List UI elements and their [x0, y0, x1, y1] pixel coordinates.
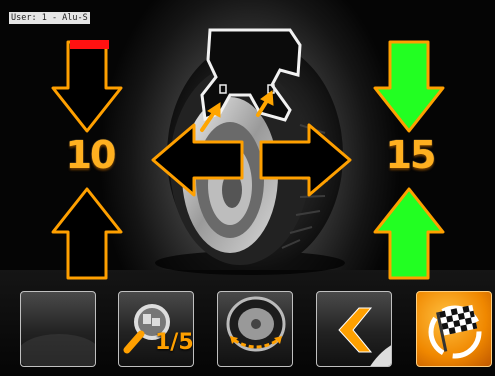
position-marker	[70, 40, 109, 49]
user-label: User: 1 - Alu-S	[9, 12, 90, 24]
finish-flag-icon	[428, 304, 482, 359]
left-value: 10	[65, 133, 117, 177]
arrow-left-outline-icon	[151, 123, 244, 197]
back-button[interactable]	[316, 291, 392, 367]
right-value: 15	[385, 133, 437, 177]
zoom-step-button[interactable]: 1/5	[118, 291, 194, 367]
arrow-down-outline-icon	[51, 40, 123, 133]
wheel-rotate-button[interactable]	[217, 291, 293, 367]
arrow-down-green-icon	[373, 40, 445, 133]
back-arrow-icon	[338, 307, 391, 366]
zoom-step-label: 1/5	[155, 330, 194, 355]
blank-button[interactable]	[20, 291, 96, 367]
blank-icon	[21, 334, 95, 366]
balancer-screen: 10 15 User: 1 - Alu-S 1/5	[0, 0, 495, 376]
arrow-up-outline-icon	[51, 187, 123, 280]
arrow-up-green-icon	[373, 187, 445, 280]
arrow-right-outline-icon	[259, 123, 352, 197]
finish-button[interactable]	[416, 291, 492, 367]
wheel-rotate-icon	[226, 296, 286, 352]
